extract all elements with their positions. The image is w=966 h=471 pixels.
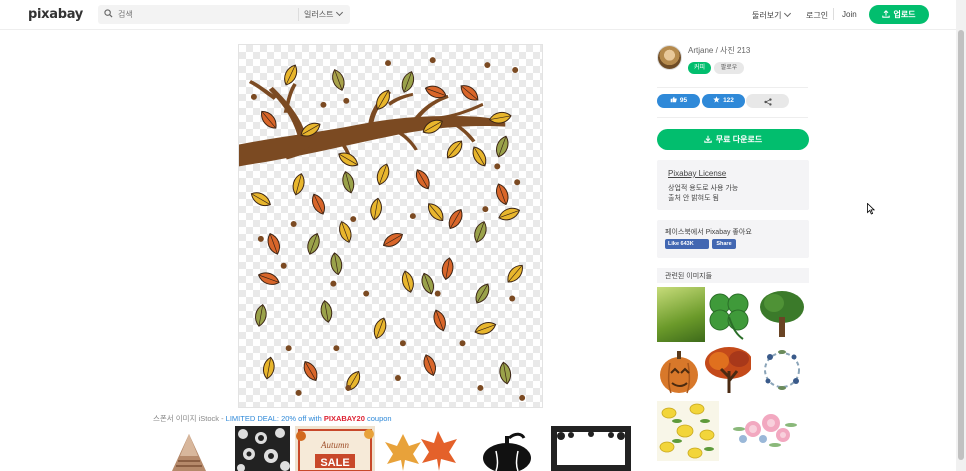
related-image-tree[interactable] [758,287,806,342]
share-icon [763,98,772,106]
search-type-dropdown[interactable]: 일러스트 [304,8,344,20]
follow-button[interactable]: 팔로우 [714,62,744,74]
upload-icon [882,10,891,18]
like-button[interactable]: 95 [657,94,700,108]
divider [657,87,808,88]
sponsored-image-floral-frame[interactable] [551,426,631,471]
author-avatar[interactable] [657,45,682,70]
search-input[interactable] [118,7,288,22]
join-link[interactable]: Join [842,10,857,19]
facebook-box: 페이스북에서 Pixabay 좋아요 Like 643K Share [657,220,809,258]
facebook-text: 페이스북에서 Pixabay 좋아요 [665,229,752,236]
thumbs-up-icon [670,96,677,103]
sponsored-image-pattern[interactable] [235,426,290,471]
main-illustration[interactable] [238,44,543,408]
sponsored-image-maple-leaves[interactable] [383,426,463,471]
nav-divider [833,8,834,20]
related-image-flowers[interactable] [731,401,799,461]
license-no-attribution: 출처 안 밝혀도 됨 [668,195,719,202]
license-link[interactable]: Pixabay License [668,169,726,178]
scrollbar-thumb[interactable] [958,30,964,460]
divider [657,117,808,118]
sponsored-image-pinecone[interactable] [158,426,220,471]
browse-label: 둘러보기 [752,11,782,20]
share-button[interactable] [746,94,789,108]
related-images-header: 관련된 이미지들 [657,268,809,283]
svg-text:SALE: SALE [320,457,349,469]
upload-label: 업로드 [893,10,916,19]
svg-text:Autumn: Autumn [320,440,349,450]
free-download-button[interactable]: 무료 다운로드 [657,129,809,150]
license-commercial-use: 상업적 용도로 사용 가능 [668,185,739,192]
sponsor-deal-link[interactable]: LIMITED DEAL: 20% off with [226,414,324,423]
related-images-title: 관련된 이미지들 [665,273,713,280]
sponsored-image-autumn-sale[interactable]: Autumn SALE [295,426,375,471]
coffee-button[interactable]: 커피 [688,62,711,74]
sponsor-line: 스폰서 이미지 iStock - LIMITED DEAL: 20% off w… [153,413,392,424]
search-type-label: 일러스트 [304,10,334,19]
download-icon [704,135,712,143]
sponsored-image-pumpkin-silhouette[interactable] [476,426,538,471]
related-image-green-leaves[interactable] [657,287,705,342]
like-count: 95 [679,97,688,104]
facebook-like-button[interactable]: Like 643K [665,239,709,249]
related-image-floral-wreath[interactable] [758,343,806,398]
sponsored-images-row: Autumn SALE [158,426,638,471]
related-image-lemons[interactable] [657,401,719,461]
autumn-branch-leaves-illustration [239,57,527,401]
favorite-button[interactable]: 122 [702,94,745,108]
chevron-down-icon [336,8,344,17]
sponsor-suffix: coupon [364,414,392,423]
upload-button[interactable]: 업로드 [869,5,929,24]
license-box: Pixabay License 상업적 용도로 사용 가능 출처 안 밝혀도 됨 [657,160,809,210]
search-bar: 일러스트 [98,5,350,24]
download-label: 무료 다운로드 [715,135,763,144]
related-image-autumn-tree[interactable] [703,343,751,398]
login-link[interactable]: 로그인 [806,10,828,21]
chevron-down-icon [784,9,792,18]
favorite-count: 122 [723,97,734,104]
mouse-cursor-icon [867,203,875,215]
search-divider [298,8,299,21]
facebook-share-button[interactable]: Share [712,239,736,249]
star-icon [713,96,720,103]
related-image-clover[interactable] [703,287,751,342]
related-image-pumpkin[interactable] [657,343,705,398]
pixabay-logo[interactable]: pixabay [28,7,83,22]
sponsor-prefix: 스폰서 이미지 iStock - [153,414,226,423]
sponsor-coupon-code: PIXABAY20 [323,414,365,423]
top-navigation-bar: pixabay 일러스트 둘러보기 로그인 Join 업로드 [0,0,966,30]
author-name[interactable]: Artjane / 사진 213 [688,45,750,56]
search-icon [104,9,113,18]
page-scrollbar[interactable] [956,0,966,471]
browse-menu[interactable]: 둘러보기 [752,9,792,21]
